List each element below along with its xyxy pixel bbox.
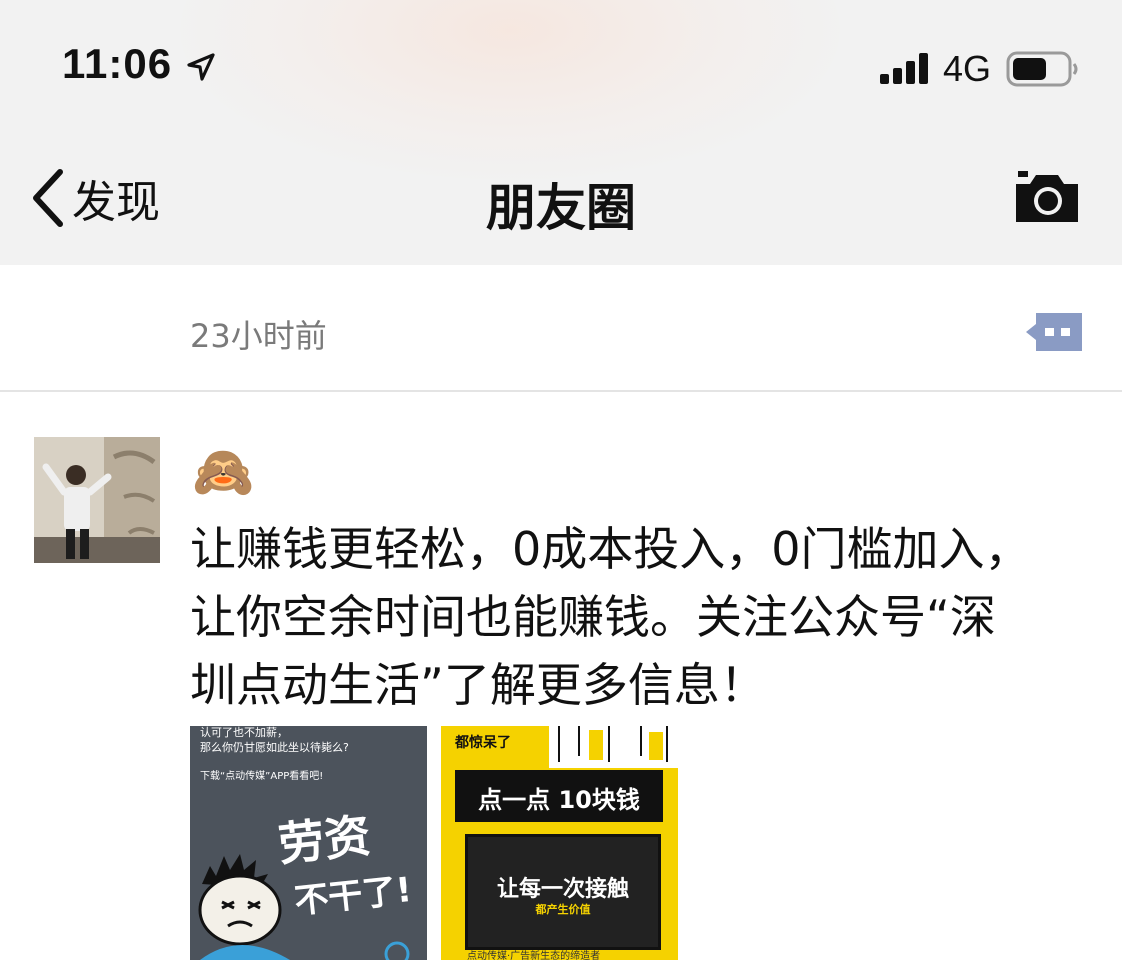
- status-time: 11:06: [62, 40, 173, 87]
- image-2-cartoon-strip: [549, 726, 678, 768]
- battery-icon: [1006, 51, 1078, 87]
- page-title: 朋友圈: [486, 179, 636, 237]
- comment-icon[interactable]: [1024, 311, 1084, 353]
- avatar[interactable]: [34, 437, 160, 563]
- header-background-glow: [180, 0, 840, 180]
- image-2-top-text: 都惊呆了: [455, 735, 511, 751]
- avatar-photo: [34, 437, 160, 563]
- post-meta-row: 23小时前: [0, 265, 1122, 392]
- post-timestamp: 23小时前: [190, 317, 327, 355]
- image-1-line-2: 那么你仍甘愿如此坐以待毙么?: [200, 741, 349, 754]
- image-2-banner: 点一点 10块钱: [455, 770, 663, 822]
- image-1-line-3: 下载“点动传媒”APP看看吧!: [200, 771, 324, 782]
- circle-decoration: [384, 941, 410, 960]
- image-2-bottom-text: 点动传媒·广告新生态的缔造者: [467, 951, 601, 960]
- post-image-1[interactable]: 认可了也不加薪， 那么你仍甘愿如此坐以待毙么? 下载“点动传媒”APP看看吧! …: [190, 726, 427, 960]
- location-arrow-icon: [187, 53, 215, 81]
- post-emoji: 🙈: [192, 443, 255, 501]
- image-2-headline: 让每一次接触: [496, 877, 629, 902]
- post-text: 让赚钱更轻松，0成本投入，0门槛加入， 让你空余时间也能赚钱。关注公众号“深 圳…: [190, 522, 1031, 712]
- image-2-subtext: 都产生价值: [535, 903, 591, 916]
- image-2-banner-text: 点一点 10块钱: [478, 786, 640, 814]
- image-2-photo-panel: 让每一次接触 都产生价值: [465, 834, 661, 950]
- image-1-line-1: 认可了也不加薪，: [200, 726, 288, 739]
- angry-cartoon-illustration: [198, 854, 290, 960]
- post-image-2[interactable]: 都惊呆了 点一点 10块钱 让每一次接触 都产生价值 点动传媒·广告新生态的缔造…: [441, 726, 678, 960]
- camera-icon[interactable]: [1012, 168, 1082, 226]
- signal-icon: [880, 53, 928, 84]
- network-type: 4G: [943, 48, 992, 89]
- header: 11:06 4G 发现 朋友圈: [0, 0, 1122, 265]
